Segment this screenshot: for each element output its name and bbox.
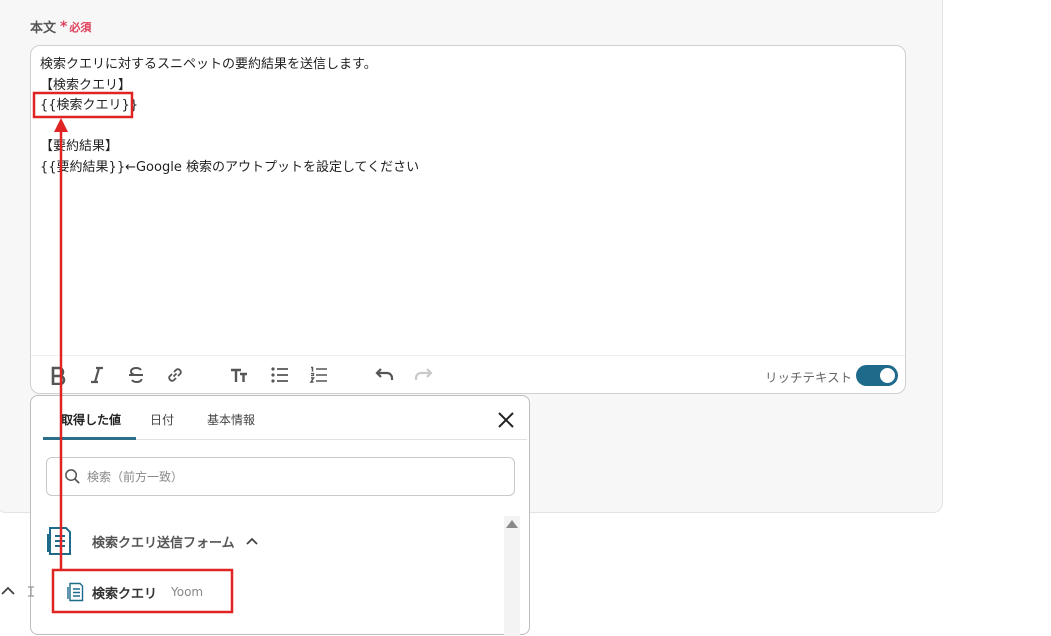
active-tab-indicator (43, 437, 136, 440)
item-search-query[interactable]: 検索クエリ Yoom (67, 579, 203, 605)
strikethrough-icon[interactable] (125, 364, 147, 386)
tab-fetched-values[interactable]: 取得した値 (61, 411, 121, 428)
chevron-up-icon[interactable] (245, 534, 259, 548)
toggle-knob (880, 368, 895, 383)
text-size-icon[interactable] (228, 364, 250, 386)
editor-content[interactable]: 検索クエリに対するスニペットの要約結果を送信します。 【検索クエリ】 {{検索ク… (40, 55, 419, 178)
editor-line: {{要約結果}}←Google 検索のアウトプットを設定してください (40, 159, 420, 175)
popup-tabs: 取得した値 日付 基本情報 (43, 396, 527, 440)
truncated-text-fragment (27, 583, 35, 601)
required-badge: 必須 (69, 20, 92, 34)
link-icon[interactable] (164, 364, 186, 386)
tab-basic-info[interactable]: 基本情報 (207, 411, 255, 428)
required-asterisk: * (60, 18, 68, 35)
search-icon (65, 469, 80, 484)
redo-icon[interactable] (413, 364, 435, 386)
item-label: 検索クエリ (92, 586, 158, 602)
scroll-up-arrow[interactable] (506, 520, 518, 528)
undo-icon[interactable] (373, 364, 395, 386)
numbered-list-icon[interactable] (308, 364, 330, 386)
field-label-text: 本文 (30, 21, 57, 36)
bullet-list-icon[interactable] (269, 364, 291, 386)
editor-line: 検索クエリに対するスニペットの要約結果を送信します。 (40, 57, 377, 72)
rich-text-toggle[interactable] (856, 365, 898, 386)
search-input[interactable] (85, 467, 505, 487)
value-picker-popup: 取得した値 日付 基本情報 検索クエリ送信フォーム 検索クエリ Yoom (30, 395, 530, 636)
search-field[interactable] (46, 457, 515, 496)
field-label: 本文 * 必須 (30, 17, 92, 37)
bold-icon[interactable] (47, 364, 69, 386)
editor-line: 【検索クエリ】 (40, 77, 132, 93)
body-editor[interactable]: 検索クエリに対するスニペットの要約結果を送信します。 【検索クエリ】 {{検索ク… (30, 45, 906, 394)
editor-line-blank (40, 117, 419, 138)
close-icon[interactable] (496, 410, 516, 430)
chevron-up-icon[interactable] (0, 583, 16, 599)
popup-scrollbar[interactable] (504, 516, 520, 636)
rich-text-label: リッチテキスト (765, 370, 853, 385)
tab-date[interactable]: 日付 (150, 411, 174, 428)
editor-toolbar: リッチテキスト (31, 355, 905, 393)
editor-line-query-variable: {{検索クエリ}} (40, 98, 139, 113)
italic-icon[interactable] (86, 364, 108, 386)
group-search-query-form[interactable]: 検索クエリ送信フォーム (46, 523, 259, 559)
group-label: 検索クエリ送信フォーム (92, 535, 235, 551)
form-icon (47, 527, 71, 555)
form-icon (67, 582, 84, 602)
item-source: Yoom (171, 585, 204, 599)
editor-line: 【要約結果】 (40, 139, 119, 154)
